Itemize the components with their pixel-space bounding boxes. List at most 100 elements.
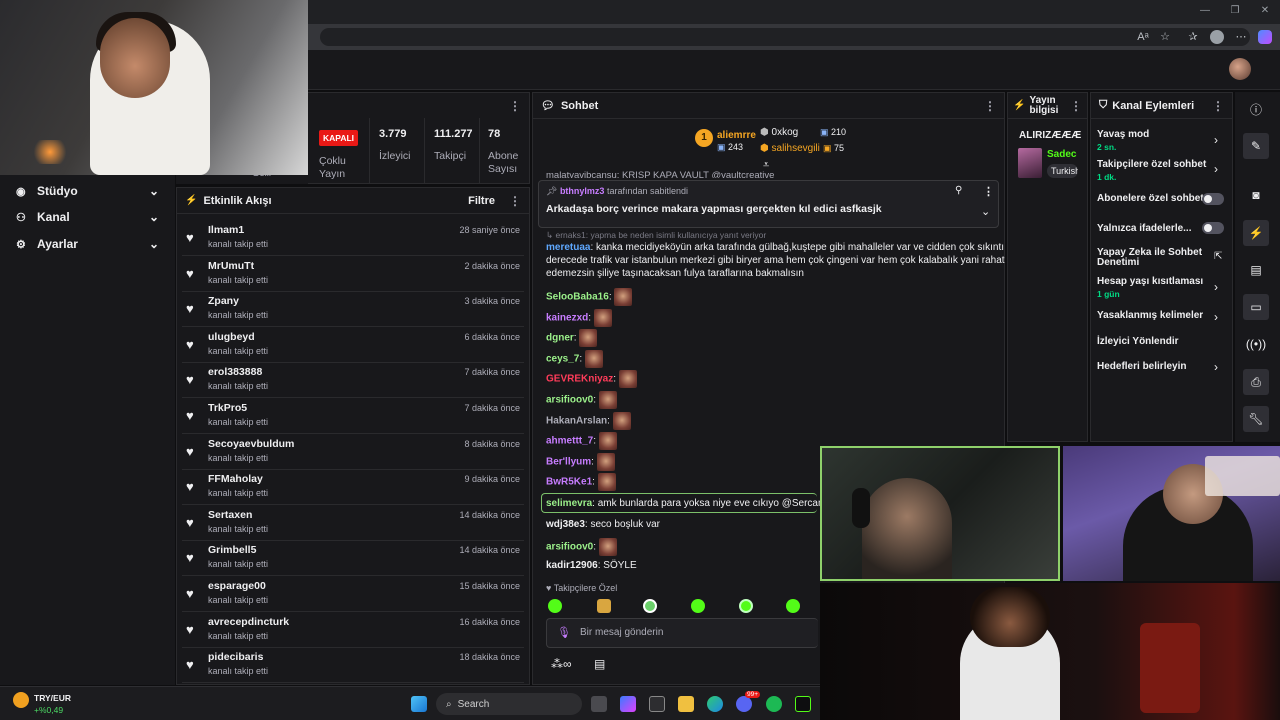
follower-name[interactable]: FFMaholay [208,473,263,485]
emotes-only-toggle[interactable] [1202,222,1224,234]
list-item[interactable]: ♥ MrUmuTt kanalı takip etti 2 dakika önce [182,257,524,292]
collections-icon[interactable]: ✰ [1186,30,1200,44]
store-icon[interactable]: ▤ [594,657,605,671]
emote-picker-item[interactable] [597,599,611,613]
list-item[interactable]: ♥ esparage00 kanalı takip etti 15 dakika ön… [182,577,524,612]
list-item[interactable]: ♥ ulugbeyd kanalı takip etti 6 dakika önce [182,328,524,363]
store-taskbar-icon[interactable] [649,696,665,712]
banned-words-setting[interactable]: Yasaklanmış kelimeler [1097,310,1227,321]
list-item[interactable]: ♥ Grimbell5 kanalı takip etti 14 dakika önc… [182,541,524,577]
microphone-icon[interactable]: 🎙︎ [557,626,571,639]
stream-thumbnail[interactable] [1018,148,1042,178]
chevron-right-icon[interactable]: › [1214,133,1218,147]
app-icon[interactable] [795,696,811,712]
set-goals-setting[interactable]: Hedefleri belirleyin [1097,361,1227,372]
discord-icon[interactable] [736,696,752,712]
font-size-icon[interactable]: Aᵃ [1136,30,1150,44]
chat-username[interactable]: meretuaa [546,242,590,253]
chat-username[interactable]: arsifioov0 [546,542,593,553]
chevron-right-icon[interactable]: › [1214,280,1218,294]
more-options-icon[interactable]: ⋮ [983,185,994,198]
more-options-icon[interactable]: ⋮ [1070,100,1082,112]
list-item[interactable]: ♥ Secoyaevbuldum kanalı takip etti 8 dakika… [182,435,524,470]
leader-name[interactable]: ⬢ salihsevgili [760,143,820,154]
chat-username[interactable]: dgner [546,333,574,344]
follower-name[interactable]: Ilmam1 [208,224,244,236]
chat-username[interactable]: arsifioov0 [546,395,593,406]
more-icon[interactable]: ⋯ [1234,30,1248,44]
follower-name[interactable]: Secoyaevbuldum [208,438,294,450]
broadcast-icon[interactable]: ((•)) [1243,331,1269,357]
subs-chat-toggle[interactable] [1202,193,1224,205]
restore-icon[interactable]: ❐ [1228,5,1242,19]
chat-username[interactable]: GEVREKniyaz [546,374,613,385]
document-icon[interactable]: ▤ [1243,257,1269,283]
follower-name[interactable]: erol383888 [208,366,262,378]
printer-icon[interactable]: ⎙ [1243,369,1269,395]
more-options-icon[interactable]: ⋮ [984,99,996,113]
list-item[interactable]: ♥ avrecepdincturk kanalı takip etti 16 daki… [182,613,524,648]
list-item[interactable]: ♥ Ilmam1 kanalı takip etti 28 saniye önce [182,221,524,256]
chevron-right-icon[interactable]: › [1214,360,1218,374]
spotify-icon[interactable] [766,696,782,712]
chat-username[interactable]: ceys_7 [546,353,579,364]
ai-moderation-setting[interactable]: Yapay Zeka ile Sohbet Denetimi [1097,248,1207,268]
language-tag[interactable]: Turkish [1047,164,1078,178]
windows-start-icon[interactable] [411,696,427,712]
follower-name[interactable]: avrecepdincturk [208,616,289,628]
chat-username[interactable]: BwR5Ke1 [546,477,592,488]
more-options-icon[interactable]: ⋮ [509,99,521,113]
wrench-icon[interactable]: 🔧︎ [1243,406,1269,432]
close-icon[interactable]: ✕ [1258,5,1272,19]
copilot-icon[interactable] [1258,30,1272,44]
address-bar[interactable] [320,28,1250,46]
emote-picker-item[interactable] [643,599,657,613]
follower-name[interactable]: pidecibaris [208,651,263,663]
age-restriction-setting[interactable]: Hesap yaşı kısıtlaması 1 gün [1097,276,1227,299]
chevron-down-icon[interactable]: ⌄ [981,205,990,218]
avatar[interactable] [1229,58,1251,80]
chevron-right-icon[interactable]: › [1214,162,1218,176]
chat-username[interactable]: selimevra [546,498,592,509]
copilot-taskbar-icon[interactable] [620,696,636,712]
follower-name[interactable]: esparage00 [208,580,266,592]
followers-chat-setting[interactable]: Takipçilere özel sohbet 1 dk. [1097,159,1227,182]
edge-icon[interactable] [707,696,723,712]
list-item[interactable]: ♥ Zpany kanalı takip etti 3 dakika önce [182,292,524,328]
taskbar-search[interactable]: ⌕ Search [436,693,582,715]
chat-username[interactable]: wdj38e3 [546,519,585,530]
follower-name[interactable]: TrkPro5 [208,402,247,414]
list-item[interactable]: ♥ TrkPro5 kanalı takip etti 7 dakika önce [182,399,524,434]
follower-name[interactable]: Zpany [208,295,239,307]
follower-name[interactable]: Grimbell5 [208,544,256,556]
pin-icon[interactable]: ⚲ [955,185,962,196]
star-icon[interactable]: ☆ [1158,30,1172,44]
follower-name[interactable]: Sertaxen [208,509,252,521]
viewer-redirect-setting[interactable]: İzleyici Yönlendir [1097,336,1227,347]
chat-username[interactable]: SelooBaba16 [546,292,609,303]
leader-name[interactable]: aliemrre [717,130,756,141]
list-item[interactable]: ♥ erol383888 kanalı takip etti 7 dakika önc… [182,363,524,399]
info-icon[interactable]: ⓘ [1243,96,1269,122]
chat-username[interactable]: ahmettt_7 [546,436,593,447]
chevron-right-icon[interactable]: › [1214,310,1218,324]
list-item[interactable]: ♥ pidecibaris kanalı takip etti 18 dakika ö… [182,648,524,684]
emote-picker-item[interactable] [548,599,562,613]
list-item[interactable]: ♥ Sertaxen kanalı takip etti 14 dakika önce [182,506,524,541]
chat-username[interactable]: kadir12906 [546,560,598,571]
follower-name[interactable]: MrUmuTt [208,260,254,272]
chat-username[interactable]: HakanArslan [546,415,607,426]
list-item[interactable]: ♥ FFMaholay kanalı takip etti 9 dakika önce [182,470,524,506]
slow-mode-setting[interactable]: Yavaş mod 2 sn. [1097,129,1227,152]
emote-picker-item[interactable] [786,599,800,613]
chat-username[interactable]: Ber'llyum [546,456,591,467]
task-view-icon[interactable] [591,696,607,712]
chat-username[interactable]: kainezxd [546,312,588,323]
external-link-icon[interactable]: ⇱ [1214,251,1222,262]
sidebar-item-channel[interactable]: ⚇ Kanal ⌄ [0,204,175,230]
emote-picker-item[interactable] [739,599,753,613]
filter-button[interactable]: Filtre [468,195,495,207]
leader-name[interactable]: ⬢ 0xkog [760,127,798,138]
emote-picker-item[interactable] [691,599,705,613]
sidebar-item-settings[interactable]: ⚙ Ayarlar ⌄ [0,231,175,257]
